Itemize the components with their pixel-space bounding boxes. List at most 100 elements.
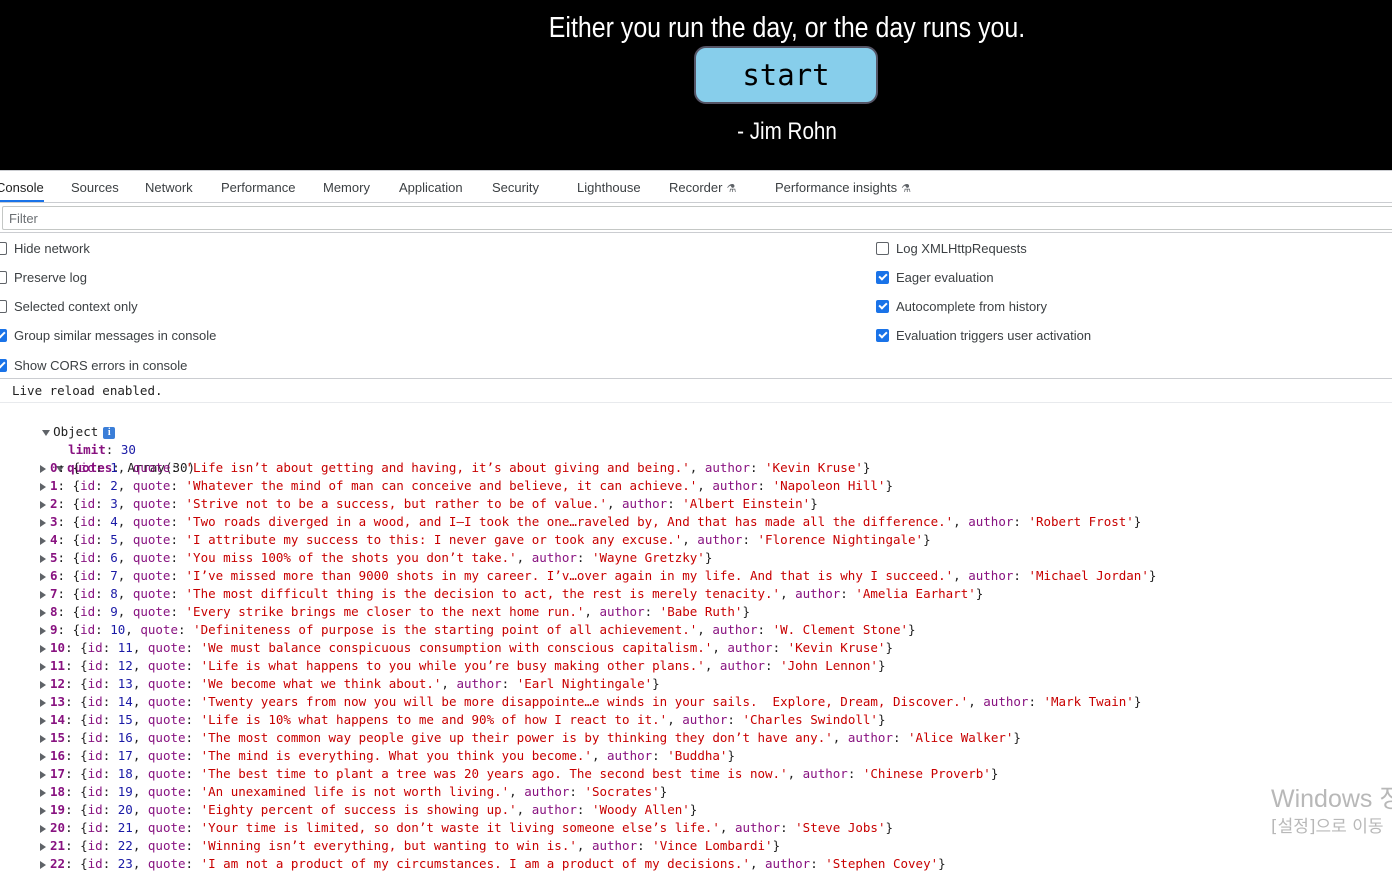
- tab-recorder[interactable]: Recorder ⚗: [669, 171, 736, 202]
- array-entry[interactable]: 15: {id: 16, quote: 'The most common way…: [40, 729, 1021, 747]
- expand-triangle-icon[interactable]: [40, 716, 46, 725]
- punctuation: }: [908, 622, 916, 637]
- entry-author: 'Babe Ruth': [659, 604, 743, 619]
- array-entry[interactable]: 22: {id: 23, quote: 'I am not a product …: [40, 855, 946, 873]
- punctuation: :: [170, 550, 186, 565]
- expand-triangle-icon[interactable]: [40, 788, 46, 797]
- expand-triangle-icon[interactable]: [40, 680, 46, 689]
- array-entry[interactable]: 6: {id: 7, quote: 'I’ve missed more than…: [40, 567, 1156, 585]
- prop-key: author: [712, 622, 758, 637]
- setting-show-cors-errors-in-console[interactable]: Show CORS errors in console: [0, 355, 187, 375]
- array-entry[interactable]: 17: {id: 18, quote: 'The best time to pl…: [40, 765, 998, 783]
- array-entry[interactable]: 11: {id: 12, quote: 'Life is what happen…: [40, 657, 885, 675]
- entry-id: 8: [110, 586, 118, 601]
- checkbox[interactable]: [0, 328, 7, 342]
- checkbox[interactable]: [0, 299, 7, 313]
- checkbox[interactable]: [876, 241, 889, 255]
- filter-input[interactable]: [2, 206, 1392, 230]
- expand-triangle-icon[interactable]: [40, 842, 46, 851]
- expand-triangle-icon[interactable]: [40, 554, 46, 563]
- expand-triangle-icon[interactable]: [40, 608, 46, 617]
- tab-network[interactable]: Network: [145, 171, 193, 202]
- punctuation: : {: [65, 694, 88, 709]
- expand-triangle-icon[interactable]: [40, 824, 46, 833]
- tab-performance[interactable]: Performance: [221, 171, 295, 202]
- entry-quote: 'Eighty percent of success is showing up…: [200, 802, 517, 817]
- array-entry[interactable]: 1: {id: 2, quote: 'Whatever the mind of …: [40, 477, 893, 495]
- punctuation: :: [1013, 568, 1029, 583]
- punctuation: : {: [57, 568, 81, 583]
- array-entry[interactable]: 3: {id: 4, quote: 'Two roads diverged in…: [40, 513, 1141, 531]
- array-entry[interactable]: 13: {id: 14, quote: 'Twenty years from n…: [40, 693, 1141, 711]
- array-entry[interactable]: 8: {id: 9, quote: 'Every strike brings m…: [40, 603, 750, 621]
- tab-lighthouse[interactable]: Lighthouse: [577, 171, 641, 202]
- tab-label: Security: [492, 180, 539, 195]
- array-entry[interactable]: 19: {id: 20, quote: 'Eighty percent of s…: [40, 801, 697, 819]
- expand-triangle-icon[interactable]: [40, 590, 46, 599]
- entry-author: 'Woody Allen': [591, 802, 690, 817]
- prop-key: author: [697, 532, 743, 547]
- array-entry[interactable]: 7: {id: 8, quote: 'The most difficult th…: [40, 585, 983, 603]
- array-entry[interactable]: 21: {id: 22, quote: 'Winning isn’t every…: [40, 837, 780, 855]
- array-entry[interactable]: 9: {id: 10, quote: 'Definiteness of purp…: [40, 621, 916, 639]
- tab-application[interactable]: Application: [399, 171, 463, 202]
- expand-triangle-icon[interactable]: [40, 500, 46, 509]
- checkbox[interactable]: [0, 241, 7, 255]
- array-entry[interactable]: 14: {id: 15, quote: 'Life is 10% what ha…: [40, 711, 885, 729]
- array-entry[interactable]: 16: {id: 17, quote: 'The mind is everyth…: [40, 747, 735, 765]
- entry-author: 'Vince Lombardi': [652, 838, 773, 853]
- setting-log-xmlhttprequests[interactable]: Log XMLHttpRequests: [876, 238, 1027, 258]
- expand-triangle-icon[interactable]: [40, 860, 46, 869]
- start-button[interactable]: start: [694, 46, 878, 104]
- array-entry[interactable]: 4: {id: 5, quote: 'I attribute my succes…: [40, 531, 931, 549]
- expand-triangle-icon[interactable]: [40, 518, 46, 527]
- array-entry[interactable]: 20: {id: 21, quote: 'Your time is limite…: [40, 819, 893, 837]
- tab-sources[interactable]: Sources: [71, 171, 119, 202]
- expand-triangle-icon[interactable]: [40, 734, 46, 743]
- prop-key: id: [80, 550, 96, 565]
- setting-preserve-log[interactable]: Preserve log: [0, 267, 87, 287]
- expand-triangle-icon[interactable]: [40, 752, 46, 761]
- setting-selected-context-only[interactable]: Selected context only: [0, 296, 138, 316]
- expand-triangle-icon[interactable]: [40, 806, 46, 815]
- tab-performance-insights[interactable]: Performance insights ⚗: [775, 171, 911, 202]
- expand-triangle-icon[interactable]: [40, 770, 46, 779]
- punctuation: :: [95, 586, 111, 601]
- expand-triangle-icon[interactable]: [40, 644, 46, 653]
- expand-triangle-icon[interactable]: [40, 536, 46, 545]
- checkbox[interactable]: [876, 270, 889, 284]
- object-toggle[interactable]: Object i: [12, 405, 116, 439]
- tab-security[interactable]: Security: [492, 171, 539, 202]
- setting-eager-evaluation[interactable]: Eager evaluation: [876, 267, 994, 287]
- expand-triangle-icon[interactable]: [40, 482, 46, 491]
- tab-memory[interactable]: Memory: [323, 171, 370, 202]
- expand-triangle-icon[interactable]: [40, 662, 46, 671]
- checkbox[interactable]: [0, 270, 7, 284]
- checkbox[interactable]: [0, 358, 7, 372]
- array-entry[interactable]: 5: {id: 6, quote: 'You miss 100% of the …: [40, 549, 712, 567]
- entry-quote: 'The most difficult thing is the decisio…: [185, 586, 781, 601]
- expand-triangle-icon[interactable]: [40, 464, 46, 473]
- expand-triangle-icon[interactable]: [40, 698, 46, 707]
- prop-key: author: [734, 820, 781, 835]
- array-entry[interactable]: 0: {id: 1, quote: 'Life isn’t about gett…: [40, 459, 870, 477]
- punctuation: :: [185, 766, 201, 781]
- setting-autocomplete-from-history[interactable]: Autocomplete from history: [876, 296, 1047, 316]
- array-entry[interactable]: 18: {id: 19, quote: 'An unexamined life …: [40, 783, 667, 801]
- punctuation: ,: [117, 604, 133, 619]
- tab-console[interactable]: Console: [0, 171, 44, 202]
- array-entry[interactable]: 12: {id: 13, quote: 'We become what we t…: [40, 675, 660, 693]
- quotes-property[interactable]: quotes: Array(30): [26, 441, 195, 475]
- prop-key: id: [80, 478, 96, 493]
- checkbox[interactable]: [876, 299, 889, 313]
- setting-group-similar-messages-in-console[interactable]: Group similar messages in console: [0, 325, 216, 345]
- array-entry[interactable]: 2: {id: 3, quote: 'Strive not to be a su…: [40, 495, 818, 513]
- expand-triangle-icon[interactable]: [40, 626, 46, 635]
- setting-evaluation-triggers-user-activation[interactable]: Evaluation triggers user activation: [876, 325, 1091, 345]
- punctuation: }: [885, 478, 893, 493]
- setting-hide-network[interactable]: Hide network: [0, 238, 90, 258]
- expand-triangle-icon[interactable]: [40, 572, 46, 581]
- array-entry[interactable]: 10: {id: 11, quote: 'We must balance con…: [40, 639, 893, 657]
- checkbox[interactable]: [876, 328, 889, 342]
- punctuation: : {: [57, 532, 81, 547]
